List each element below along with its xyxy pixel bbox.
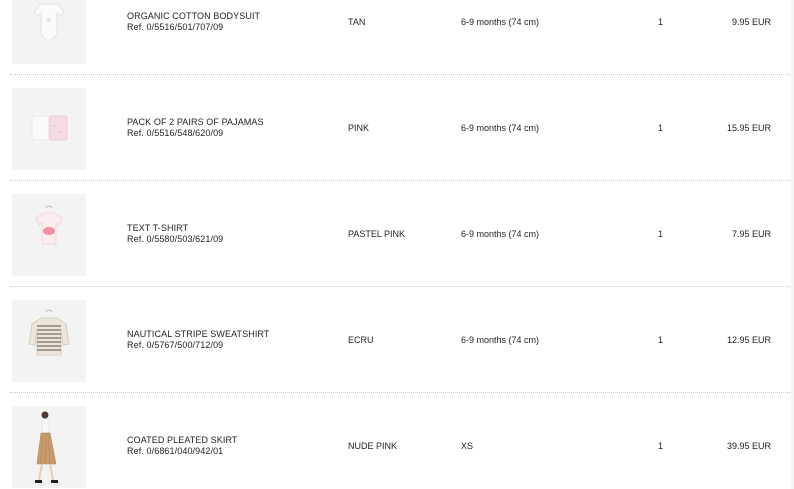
product-ref: Ref. 0/5516/548/620/09 [127,128,224,138]
product-price: 39.95 EUR [726,441,771,451]
row-divider [10,180,790,181]
skirt-image[interactable] [12,406,86,488]
cart-items-table: ORGANIC COTTON BODYSUIT Ref. 0/5516/501/… [0,0,794,489]
product-price: 7.95 EUR [731,229,771,239]
product-color: NUDE PINK [348,441,398,451]
product-ref: Ref. 0/5767/500/712/09 [127,340,224,350]
cart-item-row: PACK OF 2 PAIRS OF PAJAMAS Ref. 0/5516/5… [0,88,794,194]
product-price: 12.95 EUR [726,335,771,345]
product-size: 6-9 months (74 cm) [461,17,540,27]
cart-item-row: TEXT T-SHIRT Ref. 0/5580/503/621/09 PAST… [0,194,794,300]
product-size: XS [461,441,474,451]
product-size: 6-9 months (74 cm) [461,335,540,345]
row-divider [10,74,790,75]
product-size: 6-9 months (74 cm) [461,123,540,133]
product-quantity[interactable]: 1 [658,123,663,134]
sweatshirt-image[interactable] [12,300,86,382]
product-name[interactable]: ORGANIC COTTON BODYSUIT [127,11,260,22]
product-ref: Ref. 0/5516/501/707/09 [127,22,224,32]
product-quantity[interactable]: 1 [658,335,663,346]
product-quantity[interactable]: 1 [658,229,663,240]
product-quantity[interactable]: 1 [658,17,663,28]
cart-item-row: COATED PLEATED SKIRT Ref. 0/6861/040/942… [0,406,794,489]
cart-item-row: NAUTICAL STRIPE SWEATSHIRT Ref. 0/5767/5… [0,300,794,406]
product-color: ECRU [348,335,374,345]
product-color: PINK [348,123,370,133]
product-price: 9.95 EUR [731,17,771,27]
row-divider [10,392,790,393]
product-color: PASTEL PINK [348,229,406,239]
tshirt-image[interactable] [12,194,86,276]
row-divider [10,286,790,287]
product-price: 15.95 EUR [726,123,771,133]
pajamas-image[interactable] [12,88,86,170]
bodysuit-image[interactable] [12,0,86,64]
product-quantity[interactable]: 1 [658,441,663,452]
product-name[interactable]: NAUTICAL STRIPE SWEATSHIRT [127,329,269,340]
product-name[interactable]: PACK OF 2 PAIRS OF PAJAMAS [127,117,264,128]
product-name[interactable]: COATED PLEATED SKIRT [127,435,238,446]
product-ref: Ref. 0/5580/503/621/09 [127,234,224,244]
product-name[interactable]: TEXT T-SHIRT [127,223,223,234]
product-ref: Ref. 0/6861/040/942/01 [127,446,224,456]
product-size: 6-9 months (74 cm) [461,229,540,239]
product-color: TAN [348,17,366,27]
